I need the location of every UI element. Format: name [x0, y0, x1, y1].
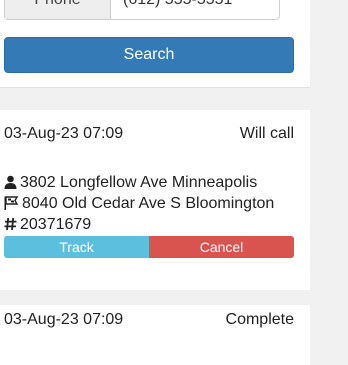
- cancel-button[interactable]: Cancel: [149, 236, 294, 258]
- order-datetime: 03-Aug-23 07:09: [4, 311, 124, 328]
- search-button[interactable]: Search: [4, 37, 294, 73]
- order-header: 03-Aug-23 07:09 Complete: [4, 309, 294, 331]
- pickup-address: 3802 Longfellow Ave Minneapolis: [20, 174, 258, 191]
- order-number-line: 20371679: [4, 215, 91, 235]
- order-datetime: 03-Aug-23 07:09: [4, 125, 124, 142]
- hashtag-icon: [4, 217, 17, 231]
- phone-input-group: Phone (612) 555-5551: [4, 0, 280, 20]
- phone-label: Phone: [5, 0, 111, 19]
- search-panel: Phone (612) 555-5551 Search: [0, 0, 310, 88]
- dropoff-line: 8040 Old Cedar Ave S Bloomington: [4, 194, 274, 214]
- order-number: 20371679: [20, 216, 92, 233]
- order-card: 03-Aug-23 07:09 Complete: [0, 305, 310, 365]
- pickup-line: 3802 Longfellow Ave Minneapolis: [4, 173, 257, 193]
- order-card: 03-Aug-23 07:09 Will call 3802 Longfello…: [0, 110, 310, 290]
- user-icon: [4, 175, 17, 189]
- order-status: Complete: [225, 311, 294, 328]
- flag-icon: [4, 196, 19, 210]
- phone-input[interactable]: (612) 555-5551: [123, 0, 232, 12]
- order-header: 03-Aug-23 07:09 Will call: [4, 123, 294, 145]
- order-status: Will call: [239, 125, 294, 142]
- dropoff-address: 8040 Old Cedar Ave S Bloomington: [22, 195, 275, 212]
- track-button[interactable]: Track: [4, 236, 149, 258]
